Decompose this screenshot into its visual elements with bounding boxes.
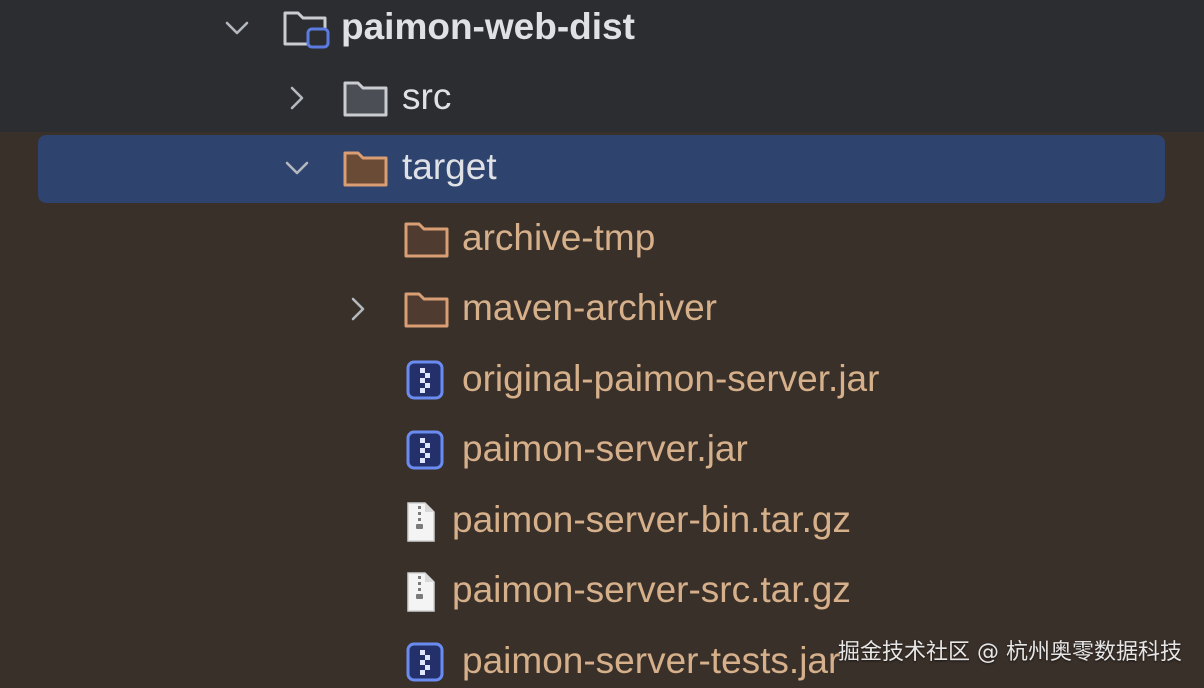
gz-archive-icon (407, 572, 435, 612)
tree-row-target[interactable]: target (0, 133, 1204, 203)
jar-file-icon (406, 430, 444, 470)
tree-label-paimon-server-bin-tar-gz: paimon-server-bin.tar.gz (452, 499, 851, 540)
tree-row-paimon-server-bin-tar-gz[interactable]: paimon-server-bin.tar.gz (0, 486, 1204, 556)
tree-label-target: target (402, 146, 497, 187)
chevron-right-icon[interactable] (345, 296, 371, 322)
excluded-folder-icon (343, 151, 388, 187)
tree-label-root: paimon-web-dist (341, 6, 635, 47)
tree-row-original-paimon-server-jar[interactable]: original-paimon-server.jar (0, 345, 1204, 415)
tree-label-archive-tmp: archive-tmp (462, 217, 656, 258)
gz-archive-icon (407, 502, 435, 542)
tree-label-src: src (402, 76, 452, 117)
jar-file-icon (406, 642, 444, 682)
tree-row-maven-archiver[interactable]: maven-archiver (0, 274, 1204, 344)
excluded-folder-icon (404, 222, 449, 258)
tree-label-paimon-server-tests-jar: paimon-server-tests.jar (462, 640, 841, 681)
chevron-down-icon[interactable] (284, 155, 310, 181)
tree-row-archive-tmp[interactable]: archive-tmp (0, 204, 1204, 274)
chevron-right-icon[interactable] (284, 85, 310, 111)
tree-label-maven-archiver: maven-archiver (462, 287, 717, 328)
chevron-down-icon[interactable] (224, 15, 250, 41)
tree-label-paimon-server-jar: paimon-server.jar (462, 428, 748, 469)
module-folder-icon (283, 11, 330, 49)
excluded-folder-icon (404, 292, 449, 328)
tree-label-original-paimon-server-jar: original-paimon-server.jar (462, 358, 880, 399)
jar-file-icon (406, 360, 444, 400)
tree-row-paimon-server-jar[interactable]: paimon-server.jar (0, 415, 1204, 485)
project-tree: paimon-web-dist src target archive-tmp m… (0, 0, 1204, 688)
tree-row-root[interactable]: paimon-web-dist (0, 0, 1204, 63)
tree-row-paimon-server-src-tar-gz[interactable]: paimon-server-src.tar.gz (0, 556, 1204, 626)
folder-icon (343, 81, 388, 117)
tree-row-src[interactable]: src (0, 63, 1204, 133)
watermark: 掘金技术社区 @ 杭州奥零数据科技 (838, 640, 1182, 665)
tree-label-paimon-server-src-tar-gz: paimon-server-src.tar.gz (452, 569, 851, 610)
